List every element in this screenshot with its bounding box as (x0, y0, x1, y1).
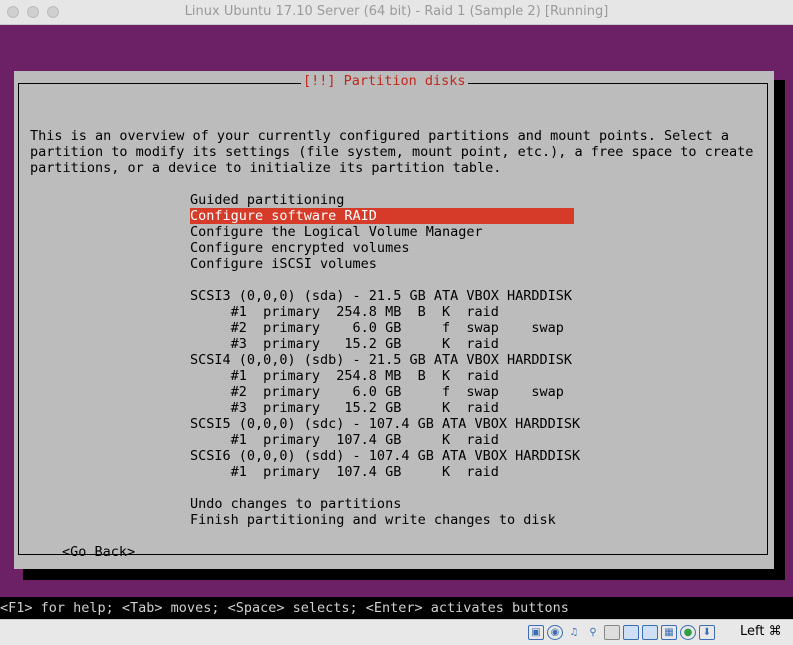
intro-line: This is an overview of your currently co… (30, 128, 729, 144)
help-hint-text: <F1> for help; <Tab> moves; <Space> sele… (0, 600, 569, 616)
dialog-title: [!!] Partition disks (301, 72, 468, 90)
optical-drive-icon[interactable]: ◉ (547, 625, 563, 640)
window-title: Linux Ubuntu 17.10 Server (64 bit) - Rai… (184, 4, 609, 19)
menu-finish-partitioning[interactable]: Finish partitioning and write changes to… (190, 512, 556, 528)
hard-disk-icon[interactable]: ▣ (528, 625, 544, 640)
cpu-icon[interactable]: ● (680, 625, 696, 640)
menu-configure-lvm[interactable]: Configure the Logical Volume Manager (190, 224, 483, 240)
partition-row[interactable]: #3 primary 15.2 GB K raid (190, 336, 499, 352)
window-titlebar: Linux Ubuntu 17.10 Server (64 bit) - Rai… (0, 0, 793, 25)
menu-configure-software-raid[interactable]: Configure software RAID (190, 208, 377, 224)
usb-icon[interactable]: ⚲ (585, 625, 601, 640)
disk-sdc[interactable]: SCSI5 (0,0,0) (sdc) - 107.4 GB ATA VBOX … (190, 416, 580, 432)
host-key-label: Left ⌘ (740, 624, 782, 639)
go-back-button[interactable]: <Go Back> (62, 544, 135, 560)
menu-guided-partitioning[interactable]: Guided partitioning (190, 192, 344, 208)
partition-row[interactable]: #2 primary 6.0 GB f swap swap (190, 320, 564, 336)
partition-row[interactable]: #1 primary 254.8 MB B K raid (190, 368, 499, 384)
partition-row[interactable]: #1 primary 107.4 GB K raid (190, 464, 499, 480)
partition-row[interactable]: #3 primary 15.2 GB K raid (190, 400, 499, 416)
vm-screen[interactable]: [!!] Partition disks This is an overview… (0, 25, 793, 597)
download-icon[interactable]: ⬇ (699, 625, 715, 640)
partition-row[interactable]: #2 primary 6.0 GB f swap swap (190, 384, 564, 400)
partition-dialog: [!!] Partition disks This is an overview… (14, 71, 774, 569)
menu-configure-encrypted-volumes[interactable]: Configure encrypted volumes (190, 240, 409, 256)
partition-row[interactable]: #1 primary 107.4 GB K raid (190, 432, 499, 448)
disk-sdb[interactable]: SCSI4 (0,0,0) (sdb) - 21.5 GB ATA VBOX H… (190, 352, 572, 368)
intro-line: partitions, or a device to initialize it… (30, 160, 502, 176)
vm-status-bar: ▣ ◉ ♫ ⚲ ▦ ● ⬇ Left ⌘ (0, 619, 793, 645)
menu-configure-iscsi-volumes[interactable]: Configure iSCSI volumes (190, 256, 377, 272)
audio-icon[interactable]: ♫ (566, 625, 582, 640)
intro-line: partition to modify its settings (file s… (30, 144, 754, 160)
display-icon[interactable] (623, 625, 639, 640)
network-icon[interactable] (642, 625, 658, 640)
shared-folder-icon[interactable] (604, 625, 620, 640)
disk-sdd[interactable]: SCSI6 (0,0,0) (sdd) - 107.4 GB ATA VBOX … (190, 448, 580, 464)
disk-sda[interactable]: SCSI3 (0,0,0) (sda) - 21.5 GB ATA VBOX H… (190, 288, 572, 304)
device-icons: ▣ ◉ ♫ ⚲ ▦ ● ⬇ (528, 625, 715, 640)
installer-status-bar: <F1> for help; <Tab> moves; <Space> sele… (0, 597, 793, 619)
menu-undo-changes[interactable]: Undo changes to partitions (190, 496, 401, 512)
recording-icon[interactable]: ▦ (661, 625, 677, 640)
partition-row[interactable]: #1 primary 254.8 MB B K raid (190, 304, 499, 320)
